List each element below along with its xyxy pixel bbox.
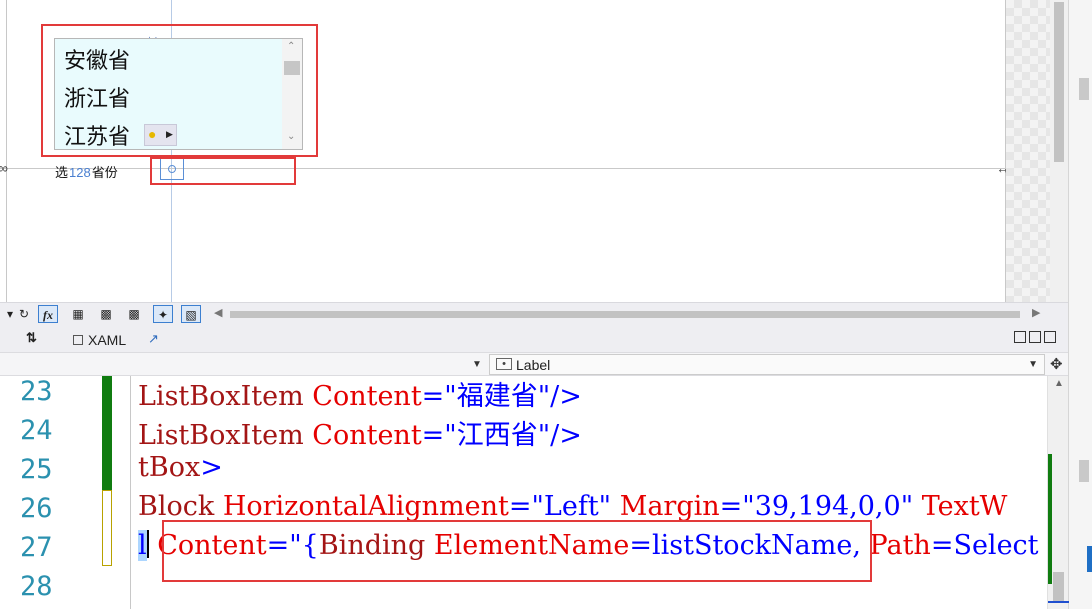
navigation-bar: ▼ • Label ▼ ✥: [0, 352, 1068, 376]
change-overview-marker: [1048, 454, 1052, 584]
xml-attribute: HorizontalAlignment: [222, 491, 509, 522]
xml-equals: =: [421, 420, 445, 451]
line-number: 23: [20, 376, 53, 407]
xml-attribute: Margin: [619, 491, 720, 522]
label-text-prefix: 选: [55, 165, 69, 180]
change-marker-saved: [102, 376, 112, 490]
selected-text: l: [138, 530, 147, 561]
text-caret: [146, 530, 149, 558]
visual-studio-xaml-designer: 196 安徽省 浙江省 江苏省 ⌃ ⌄ ● ▶ 选128省份 ∞ ↔: [0, 0, 1092, 609]
code-line-25[interactable]: tBox>: [138, 452, 223, 483]
xml-value: "39,194,0,0": [742, 491, 914, 522]
xml-equals: =: [421, 381, 445, 412]
designer-toolbar: ▾ ↻ fx ▦ ▩ ▩ ✦ ▧ ◀ ▶: [0, 302, 1068, 324]
chevron-down-icon[interactable]: ▼: [472, 359, 482, 370]
designer-horizontal-scrollbar[interactable]: ◀ ▶: [212, 306, 1042, 320]
xml-tag: ListBoxItem: [138, 381, 304, 412]
grid-icon[interactable]: ▦: [68, 305, 88, 323]
scroll-up-icon[interactable]: ▲: [1054, 378, 1064, 389]
highlight-listbox: [41, 24, 318, 157]
scroll-left-icon[interactable]: ◀: [214, 306, 222, 319]
scroll-thumb[interactable]: [1054, 2, 1064, 162]
transparency-icon[interactable]: ▩: [124, 305, 144, 323]
snap-lines-icon[interactable]: ✦: [153, 305, 173, 323]
xml-tag: ListBoxItem: [138, 420, 304, 451]
view-tab-row: ⇅ XAML ↗: [0, 324, 1068, 352]
popout-icon[interactable]: ↗: [148, 331, 159, 347]
line-number: 26: [20, 493, 53, 524]
xml-tag: tBox: [138, 452, 201, 483]
label-text-suffix: 省份: [91, 165, 118, 180]
snap-grid-icon[interactable]: ▩: [96, 305, 116, 323]
code-line-24[interactable]: ListBoxItem Content="江西省"/>: [138, 413, 582, 452]
xml-value: "Left": [531, 491, 612, 522]
editor-margin: [130, 376, 131, 609]
province-label[interactable]: 选128省份: [55, 162, 118, 181]
device-preview-icon[interactable]: ▧: [181, 305, 201, 323]
horizontal-split-icon[interactable]: [1029, 331, 1041, 343]
split-editor-icon[interactable]: ✥: [1050, 355, 1063, 373]
panel-scroll-thumb[interactable]: [1079, 78, 1089, 100]
designer-vertical-scrollbar[interactable]: [1050, 0, 1068, 302]
selected-element-name: Label: [516, 357, 551, 373]
swap-panes-icon[interactable]: ⇅: [26, 330, 37, 346]
artboard-left-edge: [6, 0, 7, 302]
design-surface[interactable]: 196 安徽省 浙江省 江苏省 ⌃ ⌄ ● ▶ 选128省份 ∞ ↔: [0, 0, 1050, 302]
guide-measurement-horizontal: 128: [69, 165, 91, 180]
highlight-textblock: [150, 157, 296, 185]
line-number: 25: [20, 454, 53, 485]
xaml-doc-icon: [73, 335, 83, 345]
resize-handle-left-icon[interactable]: ∞: [0, 160, 8, 176]
xml-tag-end: />: [550, 381, 582, 412]
scroll-thumb[interactable]: [230, 311, 1020, 318]
design-surface-background: [1006, 0, 1050, 302]
xml-tag-end: >: [200, 452, 223, 483]
xml-tag: Block: [138, 491, 215, 522]
tab-xaml[interactable]: XAML: [73, 332, 126, 348]
scroll-right-icon[interactable]: ▶: [1032, 306, 1040, 319]
vertical-split-icon[interactable]: [1014, 331, 1026, 343]
change-marker-unsaved: [102, 490, 112, 566]
highlight-binding-code: [162, 520, 872, 582]
panel-accent: [1087, 546, 1092, 572]
label-element-icon: •: [496, 358, 512, 370]
refresh-icon[interactable]: ↻: [14, 305, 34, 323]
code-line-23[interactable]: ListBoxItem Content="福建省"/>: [138, 376, 582, 413]
caret-position-marker: [1048, 601, 1069, 603]
xml-value: "福建省": [444, 381, 551, 412]
editor-vertical-scrollbar[interactable]: ▲: [1047, 376, 1069, 609]
chevron-down-icon[interactable]: ▼: [1028, 359, 1038, 370]
xml-attribute: Path: [869, 530, 931, 561]
split-view-controls: [1014, 331, 1059, 346]
line-number: 27: [20, 532, 53, 563]
xml-attribute: TextW: [921, 491, 1008, 522]
effects-button[interactable]: fx: [38, 305, 58, 323]
xml-attribute: Content: [312, 420, 422, 451]
element-selector-dropdown[interactable]: • Label ▼: [489, 354, 1045, 375]
collapse-pane-icon[interactable]: [1044, 331, 1056, 343]
xml-attribute: Content: [312, 381, 422, 412]
properties-panel-edge[interactable]: [1068, 0, 1092, 609]
code-line-26[interactable]: Block HorizontalAlignment="Left" Margin=…: [138, 491, 1007, 522]
panel-scroll-thumb[interactable]: [1079, 460, 1089, 482]
xml-value: Select: [953, 530, 1039, 561]
line-number: 28: [20, 571, 53, 602]
scroll-thumb[interactable]: [1053, 572, 1064, 602]
xml-tag-end: />: [550, 420, 582, 451]
tab-xaml-label: XAML: [88, 332, 127, 348]
xaml-code-editor[interactable]: 23 24 25 26 27 28 ListBoxItem Content="福…: [0, 376, 1069, 609]
line-number: 24: [20, 415, 53, 446]
xml-value: "江西省": [444, 420, 551, 451]
